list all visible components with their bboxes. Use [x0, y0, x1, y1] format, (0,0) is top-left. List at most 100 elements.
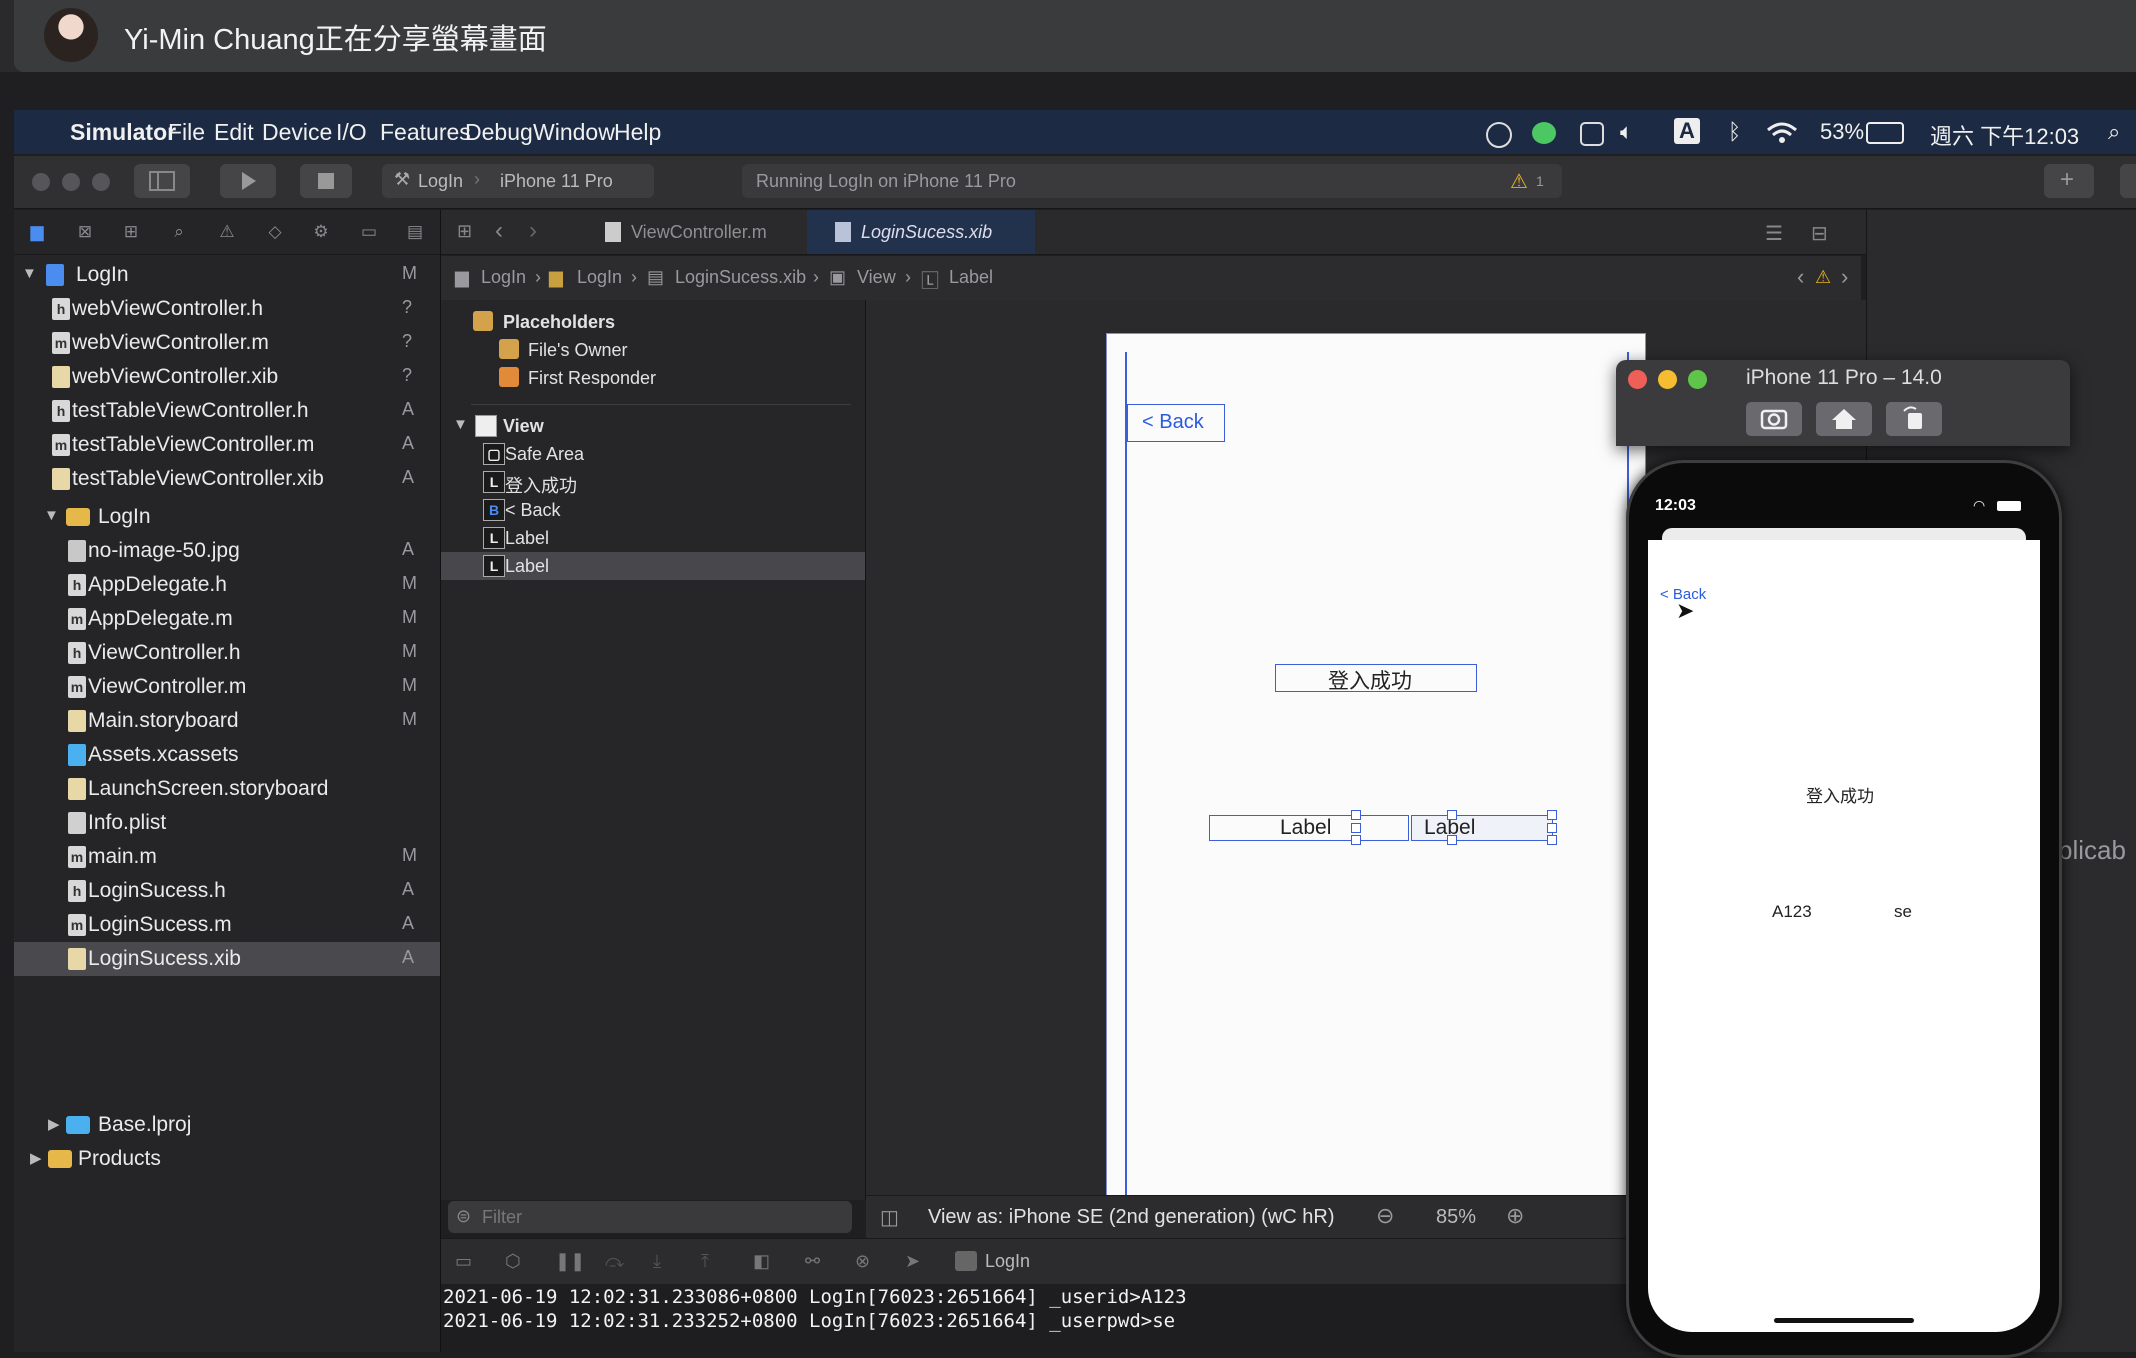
tree-group-products[interactable]: ▶ Products — [14, 1142, 440, 1176]
resize-handle[interactable] — [1547, 835, 1557, 845]
breadcrumb-item[interactable]: LogIn — [481, 267, 526, 288]
tree-file-row[interactable]: m testTableViewController.m A — [14, 428, 440, 462]
window-zoom-button[interactable] — [92, 173, 110, 191]
sim-close-button[interactable] — [1628, 370, 1647, 389]
outline-files-owner[interactable]: File's Owner — [441, 336, 865, 364]
outline-child-row[interactable]: L Label — [441, 552, 865, 580]
tree-file-row[interactable]: h LoginSucess.h A — [14, 874, 440, 908]
ib-back-button[interactable]: < Back — [1127, 404, 1225, 442]
stop-button[interactable] — [300, 164, 352, 198]
outline-child-row[interactable]: L 登入成功 — [441, 468, 865, 496]
ib-success-label[interactable]: 登入成功 — [1275, 664, 1477, 693]
disclosure-closed-icon[interactable]: ▶ — [30, 1149, 42, 1167]
disclosure-open-icon[interactable]: ▼ — [453, 416, 468, 433]
debug-area-toggle-icon[interactable]: ▭ — [455, 1251, 472, 1272]
tree-file-row[interactable]: m AppDelegate.m M — [14, 602, 440, 636]
rotate-button[interactable] — [1886, 402, 1942, 436]
line-app-icon[interactable] — [1532, 122, 1556, 144]
run-button[interactable] — [220, 164, 276, 198]
issue-nav-icon[interactable]: ⚠ — [216, 222, 238, 242]
home-button[interactable] — [1816, 402, 1872, 436]
warning-icon[interactable]: ⚠ — [1510, 169, 1528, 194]
location-icon[interactable]: ➤ — [905, 1251, 920, 1272]
ib-label-userid[interactable]: Label — [1209, 815, 1409, 841]
tree-group-login[interactable]: ▼ LogIn — [14, 500, 440, 534]
volume-icon[interactable]: 🔈︎ — [1620, 119, 1633, 145]
battery-icon[interactable] — [1866, 122, 1904, 144]
step-over-icon[interactable]: ⤼ — [605, 1251, 624, 1272]
tree-file-row[interactable]: m ViewController.m M — [14, 670, 440, 704]
split-editor-icon[interactable]: ⊟ — [1811, 221, 1828, 246]
tree-file-row[interactable]: Main.storyboard M — [14, 704, 440, 738]
breakpoints-toggle-icon[interactable]: ⬡ — [505, 1251, 521, 1272]
ib-label-userpwd[interactable]: Label — [1411, 815, 1553, 841]
tree-file-row[interactable]: m LoginSucess.m A — [14, 908, 440, 942]
editor-options-icon[interactable]: ☰ — [1765, 221, 1783, 246]
back-nav-icon[interactable]: ‹ — [495, 217, 503, 245]
tree-file-row[interactable]: h testTableViewController.h A — [14, 394, 440, 428]
sim-minimize-button[interactable] — [1658, 370, 1677, 389]
resize-handle[interactable] — [1351, 835, 1361, 845]
disclosure-open-icon[interactable]: ▼ — [22, 265, 37, 282]
report-nav-icon[interactable]: ▤ — [404, 222, 426, 242]
tree-file-row[interactable]: LoginSucess.xib A — [14, 942, 440, 976]
resize-handle[interactable] — [1447, 810, 1457, 820]
related-items-icon[interactable]: ⊞ — [457, 221, 472, 242]
tree-file-row[interactable]: Info.plist — [14, 806, 440, 840]
issue-next-icon[interactable]: › — [1841, 264, 1848, 290]
outline-toggle-icon[interactable]: ◫ — [880, 1205, 899, 1230]
tree-file-row[interactable]: webViewController.xib? — [14, 360, 440, 394]
tree-file-row[interactable]: no-image-50.jpg A — [14, 534, 440, 568]
memory-graph-icon[interactable]: ⚯ — [805, 1251, 820, 1272]
wifi-icon[interactable] — [1766, 122, 1798, 144]
pause-icon[interactable]: ❚❚ — [555, 1251, 585, 1272]
outline-first-responder[interactable]: First Responder — [441, 364, 865, 392]
step-into-icon[interactable]: ⤓ — [653, 1251, 661, 1272]
scheme-selector[interactable]: ⚒ LogIn › iPhone 11 Pro — [382, 164, 654, 198]
library-add-button[interactable]: + — [2044, 164, 2094, 198]
folder-nav-icon[interactable]: ▆ — [26, 222, 48, 242]
outline-placeholders[interactable]: Placeholders — [441, 308, 865, 336]
outline-view[interactable]: ▼ View — [441, 412, 865, 440]
disclosure-closed-icon[interactable]: ▶ — [48, 1115, 60, 1133]
tree-file-row[interactable]: m main.m M — [14, 840, 440, 874]
outline-filter-field[interactable]: ⊜ Filter — [448, 1201, 852, 1233]
spotlight-search-icon[interactable]: ⌕ — [2108, 119, 2120, 145]
tree-root-project[interactable]: ▼ LogIn M — [14, 258, 440, 292]
window-close-button[interactable] — [32, 173, 50, 191]
resize-handle[interactable] — [1351, 823, 1361, 833]
resize-handle[interactable] — [1447, 835, 1457, 845]
issue-prev-icon[interactable]: ‹ — [1797, 264, 1804, 290]
shield-icon[interactable] — [1580, 122, 1604, 146]
resize-handle[interactable] — [1547, 810, 1557, 820]
breakpoint-nav-icon[interactable]: ▭ — [358, 222, 380, 242]
debug-target-name[interactable]: LogIn — [985, 1251, 1030, 1272]
tree-file-row[interactable]: h AppDelegate.h M — [14, 568, 440, 602]
environment-overrides-icon[interactable]: ⊗ — [855, 1251, 870, 1272]
breadcrumb-item[interactable]: LoginSucess.xib — [675, 267, 806, 288]
bluetooth-icon[interactable]: ᛒ — [1728, 119, 1741, 145]
menu-clock[interactable]: 週六 下午12:03 — [1930, 119, 2079, 151]
resize-handle[interactable] — [1351, 810, 1361, 820]
symbol-nav-icon[interactable]: ⊞ — [120, 222, 142, 242]
input-source-icon[interactable]: A — [1674, 118, 1700, 144]
menu-device[interactable]: Device — [262, 119, 332, 146]
zoom-in-icon[interactable]: ⊕ — [1506, 1203, 1524, 1229]
tree-file-row[interactable]: h ViewController.h M — [14, 636, 440, 670]
disclosure-open-icon[interactable]: ▼ — [44, 507, 59, 524]
resize-handle[interactable] — [1547, 823, 1557, 833]
navigator-toggle-button[interactable] — [134, 164, 190, 198]
tree-group-base[interactable]: ▶ Base.lproj — [14, 1108, 440, 1142]
menu-window[interactable]: Window — [533, 119, 615, 146]
debug-nav-icon[interactable]: ⚙ — [310, 222, 332, 242]
inspector-toggle-button[interactable] — [2120, 164, 2136, 198]
test-nav-icon[interactable]: ◇ — [264, 222, 286, 242]
menu-app-name[interactable]: Simulator — [70, 119, 176, 146]
menu-io[interactable]: I/O — [336, 119, 367, 146]
tree-file-row[interactable]: Assets.xcassets — [14, 738, 440, 772]
warning-icon[interactable]: ⚠ — [1815, 267, 1831, 288]
menu-features[interactable]: Features — [380, 119, 471, 146]
view-debugger-icon[interactable]: ◧ — [753, 1251, 770, 1272]
breadcrumb-item[interactable]: LogIn — [577, 267, 622, 288]
sim-zoom-button[interactable] — [1688, 370, 1707, 389]
